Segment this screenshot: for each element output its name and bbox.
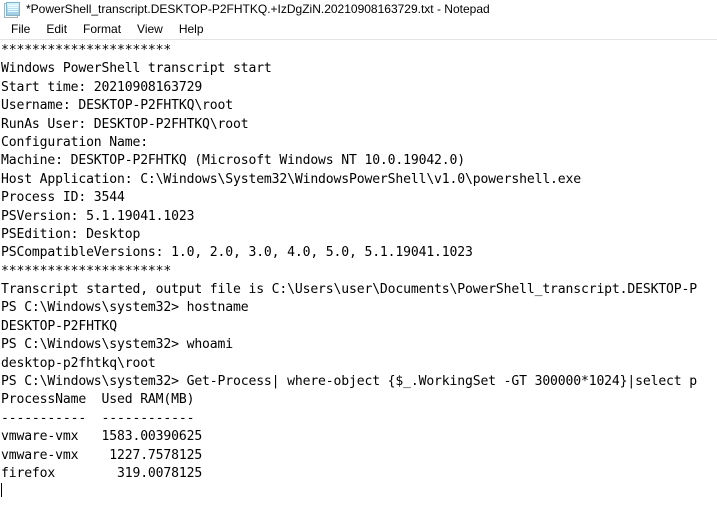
menu-item-view[interactable]: View [129,20,171,39]
text-line: PS C:\Windows\system32> whoami [1,337,233,353]
text-line: PS C:\Windows\system32> hostname [1,300,249,316]
text-line: vmware-vmx 1583.00390625 [1,429,203,445]
notepad-document-icon [4,2,20,18]
text-line: RunAs User: DESKTOP-P2FHTKQ\root [1,116,249,132]
text-line: desktop-p2fhtkq\root [1,355,156,371]
title-bar: *PowerShell_transcript.DESKTOP-P2FHTKQ.+… [0,0,717,19]
text-line: DESKTOP-P2FHTKQ [1,318,117,334]
text-line: Configuration Name: [1,134,148,150]
text-line: PSVersion: 5.1.19041.1023 [1,208,195,224]
text-editor-area[interactable]: ********************** Windows PowerShell… [0,40,717,510]
text-line: Transcript started, output file is C:\Us… [1,282,697,298]
text-line: Username: DESKTOP-P2FHTKQ\root [1,98,233,114]
menu-item-edit[interactable]: Edit [38,20,75,39]
document-text[interactable]: ********************** Windows PowerShell… [1,42,717,510]
text-cursor [1,483,2,498]
text-line [1,483,717,501]
notepad-window: *PowerShell_transcript.DESKTOP-P2FHTKQ.+… [0,0,717,510]
menu-bar: File Edit Format View Help [0,19,717,40]
text-line [1,502,717,510]
text-line: Host Application: C:\Windows\System32\Wi… [1,171,581,187]
menu-item-help[interactable]: Help [171,20,212,39]
text-line: ********************** [1,43,172,58]
window-title: *PowerShell_transcript.DESKTOP-P2FHTKQ.+… [26,2,490,16]
text-line: firefox 319.0078125 [1,465,203,481]
menu-item-file[interactable]: File [3,20,38,39]
text-line: ----------- ------------ [1,410,195,426]
text-line: Windows PowerShell transcript start [1,61,272,77]
text-line: ********************** [1,263,172,279]
text-line: Process ID: 3544 [1,190,125,206]
text-line: PS C:\Windows\system32> Get-Process| whe… [1,374,697,390]
text-line: vmware-vmx 1227.7578125 [1,447,203,463]
text-line: PSEdition: Desktop [1,226,141,242]
text-line: Start time: 20210908163729 [1,79,203,95]
text-line: ProcessName Used RAM(MB) [1,392,195,408]
text-line: Machine: DESKTOP-P2FHTKQ (Microsoft Wind… [1,153,465,169]
menu-item-format[interactable]: Format [75,20,129,39]
text-line: PSCompatibleVersions: 1.0, 2.0, 3.0, 4.0… [1,245,473,261]
